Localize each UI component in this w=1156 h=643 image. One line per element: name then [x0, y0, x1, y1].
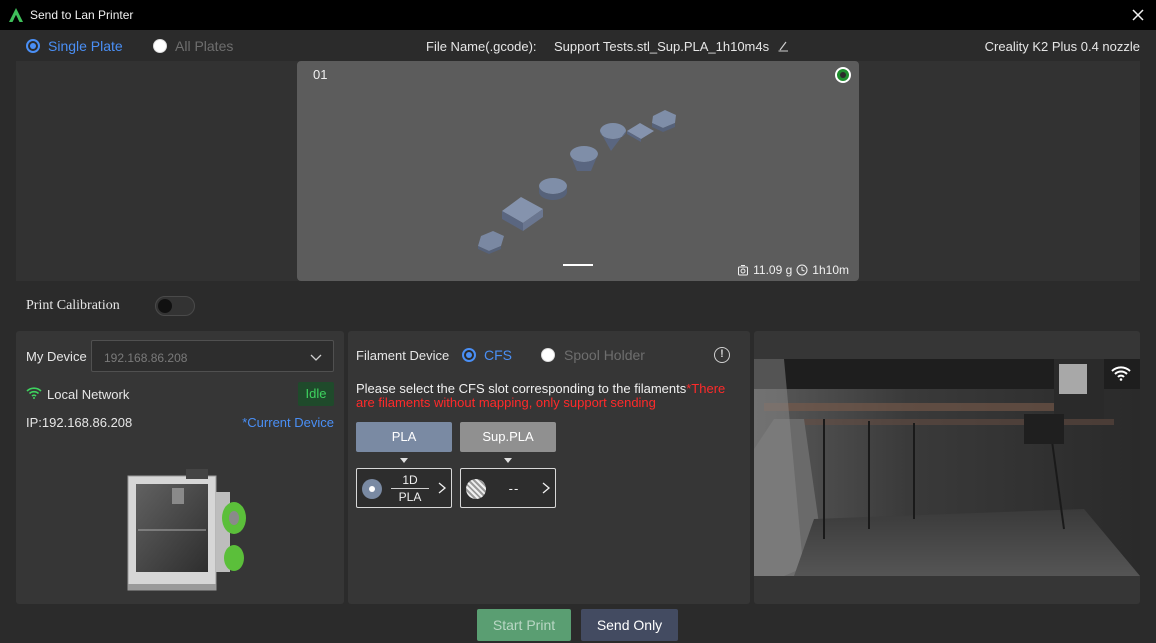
- file-name-label: File Name(.gcode):: [426, 39, 537, 54]
- device-ip: IP:192.168.86.208: [26, 415, 133, 430]
- network-type: Local Network: [47, 387, 130, 402]
- slot-id: 1D: [391, 473, 429, 489]
- chevron-right-icon: [542, 482, 551, 494]
- weight-icon: [738, 265, 749, 276]
- plate-page-indicator: [563, 264, 593, 266]
- title-bar: Send to Lan Printer: [0, 0, 1156, 30]
- chevron-down-icon: [310, 354, 322, 361]
- mapping-message: Please select the CFS slot corresponding…: [356, 382, 740, 410]
- window-title: Send to Lan Printer: [30, 8, 134, 22]
- printer-image: [127, 469, 246, 591]
- file-name-value: Support Tests.stl_Sup.PLA_1h10m4s: [554, 39, 770, 54]
- plate-preview[interactable]: 01 11.09 g 1h10m: [297, 61, 859, 281]
- camera-panel: [754, 331, 1140, 604]
- filament-button-sup-pla[interactable]: Sup.PLA: [460, 422, 556, 452]
- slot-empty-swatch: [466, 479, 486, 499]
- print-calibration-toggle[interactable]: [155, 296, 195, 316]
- arrow-down-icon: [400, 458, 408, 463]
- spool-holder-label[interactable]: Spool Holder: [564, 347, 645, 363]
- cfs-radio[interactable]: [462, 348, 476, 362]
- device-select[interactable]: 192.168.86.208: [91, 340, 334, 372]
- camera-image: [754, 359, 1140, 576]
- spool-holder-radio[interactable]: [541, 348, 555, 362]
- filament-device-label: Filament Device: [356, 348, 450, 363]
- edit-icon[interactable]: [777, 40, 789, 52]
- filament-panel: Filament Device CFS Spool Holder ! Pleas…: [348, 331, 750, 604]
- single-plate-radio[interactable]: [26, 39, 40, 53]
- all-plates-radio[interactable]: [153, 39, 167, 53]
- plate-selection-row: Single Plate All Plates File Name(.gcode…: [0, 30, 1156, 61]
- clock-icon: [796, 264, 808, 276]
- model-preview-image: [478, 110, 676, 254]
- wifi-icon: [1111, 366, 1131, 381]
- single-plate-label[interactable]: Single Plate: [48, 38, 123, 54]
- print-stats: 11.09 g 1h10m: [737, 263, 849, 277]
- info-icon[interactable]: !: [714, 347, 730, 363]
- cfs-slot-selector[interactable]: --: [460, 468, 556, 508]
- mapping-instructions: Please select the CFS slot corresponding…: [356, 381, 687, 396]
- print-time: 1h10m: [812, 263, 849, 277]
- cfs-slot-selector[interactable]: 1D PLA: [356, 468, 452, 508]
- device-panel: My Device 192.168.86.208 Local Network I…: [16, 331, 344, 604]
- my-device-label: My Device: [26, 349, 87, 364]
- filament-button-pla[interactable]: PLA: [356, 422, 452, 452]
- slot-type: --: [508, 481, 520, 496]
- all-plates-label[interactable]: All Plates: [175, 38, 233, 54]
- chevron-right-icon: [438, 482, 447, 494]
- camera-feed: [754, 359, 1140, 576]
- printer-profile: Creality K2 Plus 0.4 nozzle: [984, 39, 1140, 54]
- creality-logo-icon: [9, 8, 23, 22]
- start-print-button[interactable]: Start Print: [477, 609, 571, 641]
- print-calibration-label: Print Calibration: [26, 298, 120, 313]
- close-icon[interactable]: [1128, 5, 1148, 25]
- slot-color-swatch: [362, 479, 382, 499]
- wifi-icon: [26, 387, 42, 399]
- cfs-label[interactable]: CFS: [484, 347, 512, 363]
- send-only-button[interactable]: Send Only: [581, 609, 678, 641]
- current-device-link[interactable]: *Current Device: [242, 415, 334, 430]
- filament-weight: 11.09 g: [753, 263, 793, 277]
- arrow-down-icon: [504, 458, 512, 463]
- status-badge: Idle: [298, 382, 334, 406]
- device-select-value: 192.168.86.208: [104, 351, 188, 365]
- slot-type: PLA: [398, 490, 422, 504]
